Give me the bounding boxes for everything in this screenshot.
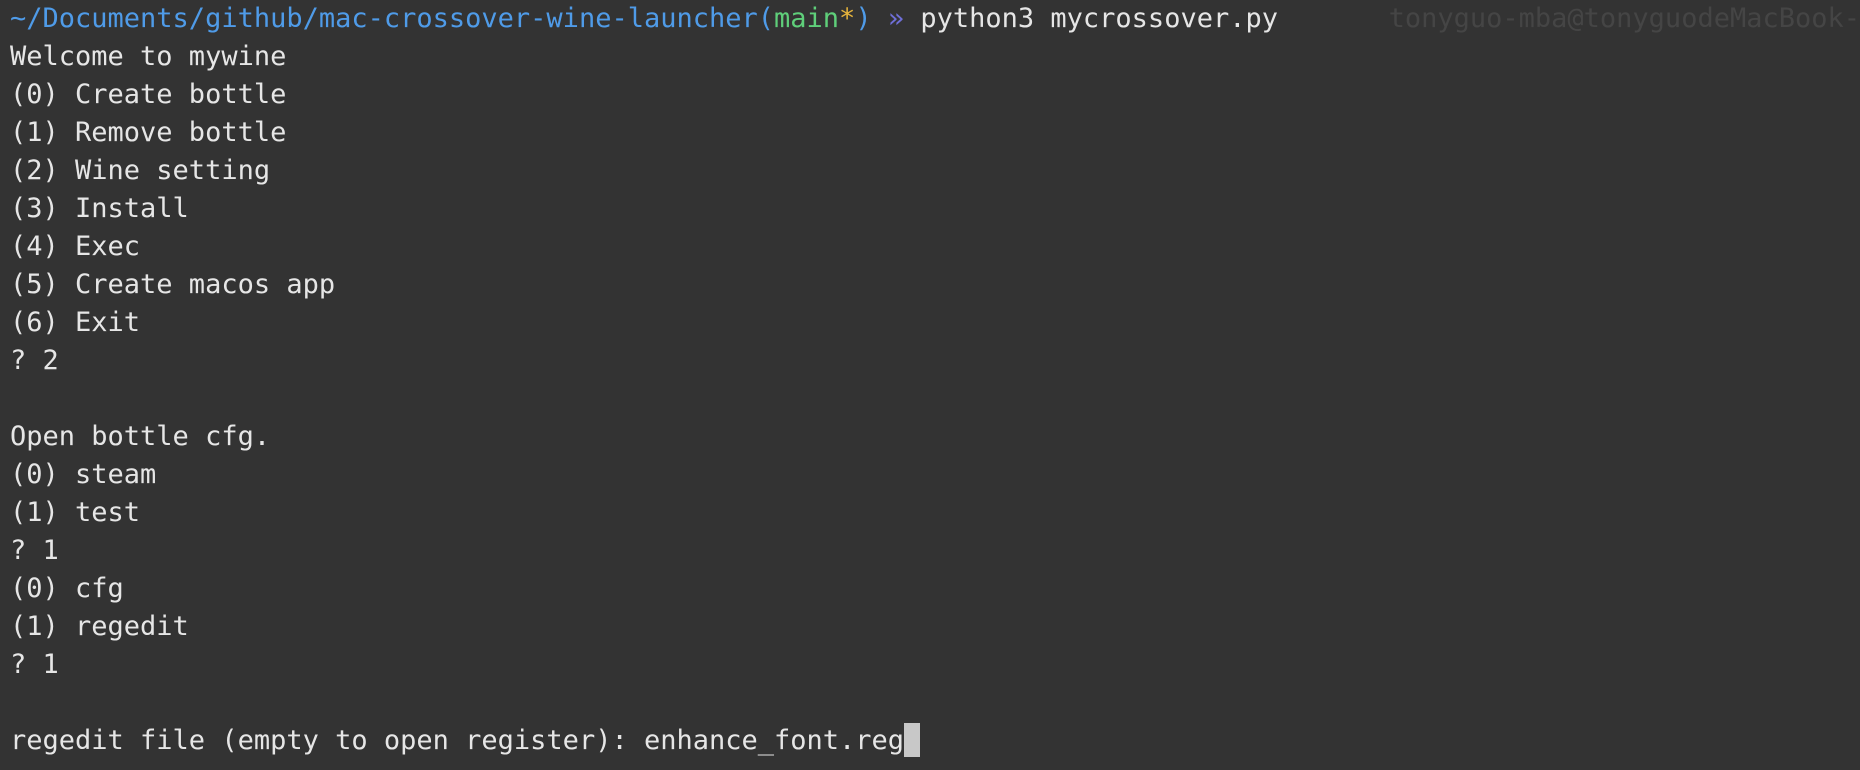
entered-command: python3 mycrossover.py xyxy=(920,3,1278,34)
bottle-menu-item: (0) steam xyxy=(10,459,157,490)
user-answer: ? 1 xyxy=(10,649,59,680)
cfg-menu-item: (0) cfg xyxy=(10,573,124,604)
main-menu-item: (1) Remove bottle xyxy=(10,117,287,148)
host-label: tonyguo-mba@tonyguodeMacBook- xyxy=(1388,3,1860,34)
regedit-input-line[interactable]: regedit file (empty to open register): e… xyxy=(10,722,1860,760)
prompt-arrow: » xyxy=(871,3,921,34)
bottle-menu-item: (1) test xyxy=(10,497,141,528)
main-menu-item: (0) Create bottle xyxy=(10,79,287,110)
text-cursor xyxy=(904,722,921,757)
prompt-paren-open: ( xyxy=(757,3,775,34)
cfg-menu-item: (1) regedit xyxy=(10,611,189,642)
git-branch: main xyxy=(774,3,840,34)
main-menu-item: (4) Exec xyxy=(10,231,141,262)
user-answer: ? 1 xyxy=(10,535,59,566)
main-menu-item: (5) Create macos app xyxy=(10,269,336,300)
main-menu-item: (3) Install xyxy=(10,193,189,224)
section-heading: Open bottle cfg. xyxy=(10,421,271,452)
welcome-text: Welcome to mywine xyxy=(10,41,287,72)
git-dirty-marker: * xyxy=(839,3,856,34)
regedit-input-value[interactable]: enhance_font.reg xyxy=(644,725,904,756)
user-answer: ? 2 xyxy=(10,345,59,376)
prompt-path: ~/Documents/github/mac-crossover-wine-la… xyxy=(10,3,758,34)
terminal-window[interactable]: ~/Documents/github/mac-crossover-wine-la… xyxy=(10,0,1860,770)
main-menu-item: (6) Exit xyxy=(10,307,141,338)
prompt-paren-close: ) xyxy=(855,3,872,34)
main-menu-item: (2) Wine setting xyxy=(10,155,271,186)
regedit-prompt-label: regedit file (empty to open register): xyxy=(10,725,644,756)
